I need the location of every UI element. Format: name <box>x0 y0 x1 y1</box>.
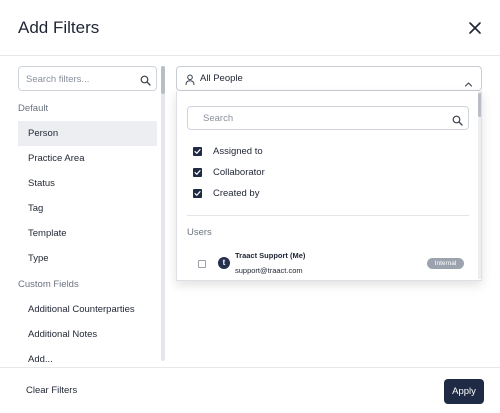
sidebar-scrollbar[interactable] <box>161 66 165 361</box>
checkbox-checked[interactable] <box>193 147 202 156</box>
users-section-label: Users <box>187 227 212 238</box>
person-dropdown: Assigned to Collaborator Created by User… <box>176 91 482 281</box>
sidebar-item-additional-counterparties[interactable]: Additional Counterparties <box>18 297 157 322</box>
filter-sidebar: Default Person Practice Area Status Tag … <box>0 56 168 367</box>
close-icon[interactable] <box>466 19 484 37</box>
user-name: Traact Support (Me) <box>235 251 306 260</box>
dropdown-scrollbar[interactable] <box>478 91 481 279</box>
sidebar-item-type[interactable]: Type <box>18 246 157 271</box>
sidebar-item-status[interactable]: Status <box>18 171 157 196</box>
option-label: Assigned to <box>213 146 263 157</box>
person-select[interactable]: All People <box>176 66 482 91</box>
divider <box>187 215 469 216</box>
person-select-value: All People <box>200 73 243 84</box>
sidebar-item-additional-notes[interactable]: Additional Notes <box>18 322 157 347</box>
chevron-up-icon <box>464 75 473 87</box>
sidebar-scrollbar-thumb[interactable] <box>161 66 165 94</box>
section-label-default: Default <box>18 103 49 114</box>
sidebar-item-tag[interactable]: Tag <box>18 196 157 221</box>
apply-button[interactable]: Apply <box>444 379 484 404</box>
user-email: support@traact.com <box>235 266 303 275</box>
filter-search-input[interactable] <box>26 71 136 87</box>
dropdown-scrollbar-thumb[interactable] <box>478 93 481 117</box>
dialog-footer: Clear Filters Apply <box>0 367 500 413</box>
option-label: Collaborator <box>213 167 265 178</box>
checkbox-checked[interactable] <box>193 168 202 177</box>
section-label-custom-fields: Custom Fields <box>18 279 79 290</box>
user-option[interactable]: t Traact Support (Me) support@traact.com… <box>187 248 469 276</box>
person-icon <box>185 73 195 86</box>
dialog-title: Add Filters <box>18 18 100 37</box>
clear-filters-button[interactable]: Clear Filters <box>26 385 77 396</box>
checkbox-unchecked[interactable] <box>198 260 206 268</box>
dropdown-search[interactable] <box>187 106 469 130</box>
sidebar-item-add[interactable]: Add... <box>18 347 157 367</box>
dropdown-search-input[interactable] <box>203 111 443 126</box>
avatar: t <box>218 257 230 269</box>
sidebar-item-practice-area[interactable]: Practice Area <box>18 146 157 171</box>
internal-badge: Internal <box>427 258 464 269</box>
search-icon <box>452 113 463 126</box>
sidebar-item-template[interactable]: Template <box>18 221 157 246</box>
search-icon <box>140 73 151 86</box>
sidebar-item-person[interactable]: Person <box>18 121 157 146</box>
dialog-header: Add Filters <box>0 0 500 56</box>
checkbox-checked[interactable] <box>193 189 202 198</box>
option-label: Created by <box>213 188 260 199</box>
filter-search[interactable] <box>18 66 157 91</box>
